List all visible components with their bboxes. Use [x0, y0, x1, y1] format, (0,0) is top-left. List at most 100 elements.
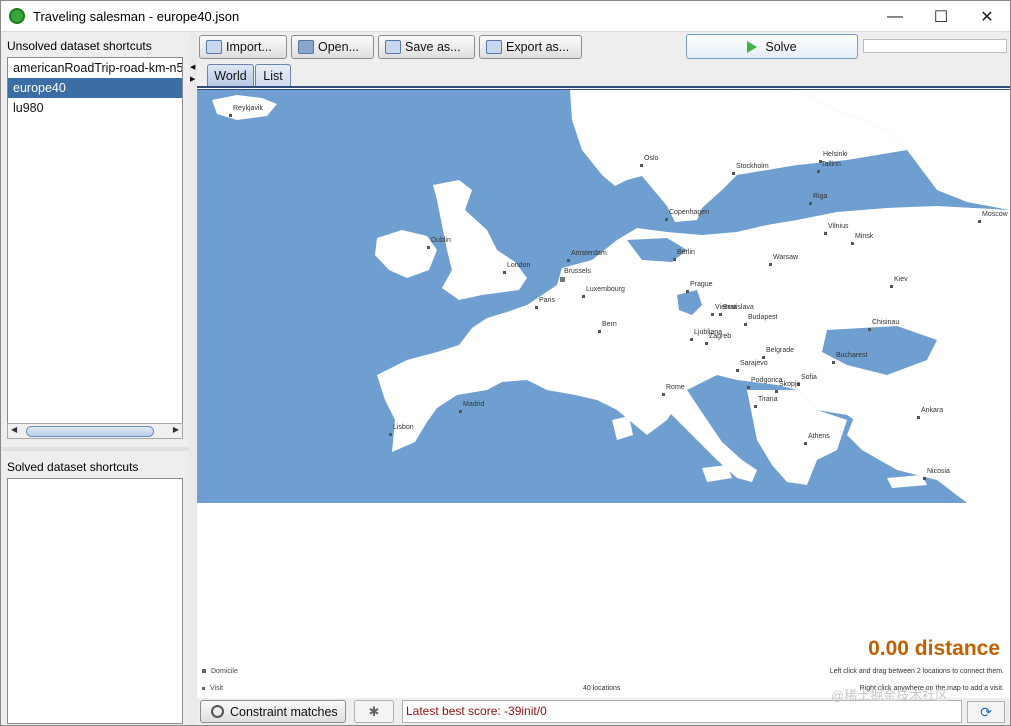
city-marker[interactable]	[427, 246, 430, 249]
city-marker[interactable]	[804, 442, 807, 445]
panel-divider[interactable]	[1, 447, 189, 451]
city-marker[interactable]	[890, 285, 893, 288]
city-marker[interactable]	[736, 369, 739, 372]
close-button[interactable]: ✕	[964, 1, 1010, 32]
unsolved-label: Unsolved dataset shortcuts	[7, 39, 152, 53]
city-label: Reykjavik	[233, 105, 263, 112]
city-marker[interactable]	[673, 258, 676, 261]
city-label: Bern	[602, 321, 617, 328]
city-marker[interactable]	[459, 410, 462, 413]
city-label: Budapest	[748, 314, 778, 321]
city-label: Nicosia	[927, 468, 950, 475]
city-marker[interactable]	[754, 405, 757, 408]
city-marker[interactable]	[824, 232, 827, 235]
world-map[interactable]: Reykjavik Oslo Stockholm Helsinki Tallinn Rig…	[197, 90, 1010, 698]
city-marker[interactable]	[690, 338, 693, 341]
city-label: Paris	[539, 297, 555, 304]
constraint-matches-button[interactable]: Constraint matches	[200, 700, 346, 723]
scrollbar-thumb[interactable]	[26, 426, 154, 437]
europe-map-svg	[197, 90, 1010, 503]
city-marker[interactable]	[769, 263, 772, 266]
city-marker[interactable]	[762, 356, 765, 359]
city-marker[interactable]	[503, 271, 506, 274]
city-marker[interactable]	[686, 290, 689, 293]
solved-list[interactable]	[7, 478, 183, 724]
city-marker[interactable]	[817, 170, 820, 173]
title-bar: Traveling salesman - europe40.json — ☐ ✕	[1, 1, 1010, 32]
city-label: Berlin	[677, 249, 695, 256]
visit-marker-icon	[202, 686, 205, 690]
city-marker[interactable]	[229, 114, 232, 117]
legend-visit-label: Visit	[210, 685, 224, 692]
city-marker[interactable]	[719, 313, 722, 316]
city-label: Zagreb	[709, 333, 732, 340]
list-item-selected[interactable]: europe40	[8, 78, 182, 98]
solved-label: Solved dataset shortcuts	[7, 460, 139, 474]
city-label: Brussels	[564, 268, 591, 275]
city-label: Ankara	[921, 407, 944, 414]
app-window: Traveling salesman - europe40.json — ☐ ✕…	[0, 0, 1011, 726]
city-marker[interactable]	[851, 242, 854, 245]
city-marker[interactable]	[917, 416, 920, 419]
city-marker[interactable]	[775, 390, 778, 393]
play-icon	[747, 40, 758, 53]
refresh-icon[interactable]: ⟳	[967, 701, 1005, 723]
city-marker[interactable]	[809, 202, 812, 205]
expand-right-icon[interactable]: ▶	[190, 75, 195, 83]
city-label: Kiev	[894, 276, 908, 283]
city-marker[interactable]	[582, 295, 585, 298]
hint-connect: Left click and drag between 2 locations …	[829, 668, 1004, 675]
city-label: Rome	[666, 384, 685, 391]
city-marker[interactable]	[747, 386, 750, 389]
open-label: Open...	[318, 40, 359, 54]
list-item[interactable]: lu980	[8, 98, 182, 118]
save-as-button[interactable]: Save as...	[378, 35, 475, 59]
city-label: Bucharest	[836, 352, 868, 359]
unsolved-list[interactable]: americanRoadTrip-road-km-n5 europe40 lu9…	[7, 57, 183, 426]
city-label: Skopje	[779, 381, 801, 388]
city-marker[interactable]	[711, 313, 714, 316]
scroll-left-icon[interactable]: ◀	[11, 425, 17, 434]
tab-list[interactable]: List	[255, 64, 291, 86]
city-marker[interactable]	[705, 342, 708, 345]
location-count: 40 locations	[583, 685, 621, 692]
city-label: Helsinki	[823, 151, 848, 158]
import-icon	[206, 40, 222, 54]
horizontal-scrollbar[interactable]: ◀ ▶	[7, 423, 183, 439]
city-marker[interactable]	[662, 393, 665, 396]
city-marker[interactable]	[868, 328, 871, 331]
city-label: Sofia	[801, 374, 817, 381]
open-button[interactable]: Open...	[291, 35, 374, 59]
collapse-left-icon[interactable]: ◀	[190, 63, 195, 71]
city-marker[interactable]	[567, 259, 570, 262]
watermark: @稀土掘金技术社区	[831, 688, 949, 703]
city-marker[interactable]	[560, 277, 565, 282]
city-label: Tirana	[758, 396, 778, 403]
tab-world[interactable]: World	[207, 64, 254, 86]
city-marker[interactable]	[832, 361, 835, 364]
city-marker[interactable]	[732, 172, 735, 175]
city-marker[interactable]	[978, 220, 981, 223]
city-marker[interactable]	[665, 218, 668, 221]
city-marker[interactable]	[389, 433, 392, 436]
legend-domicile: Domicile	[202, 668, 238, 675]
bug-icon[interactable]: ✱	[354, 700, 394, 723]
city-label: Minsk	[855, 233, 874, 240]
solve-button[interactable]: Solve	[686, 34, 858, 59]
city-marker[interactable]	[923, 477, 926, 480]
split-pane-divider[interactable]: ◀ ▶	[189, 33, 197, 725]
city-marker[interactable]	[535, 306, 538, 309]
city-marker[interactable]	[598, 330, 601, 333]
list-item[interactable]: americanRoadTrip-road-km-n5	[8, 58, 182, 78]
city-label: Amsterdam	[571, 250, 607, 257]
solve-label: Solve	[765, 39, 797, 54]
city-marker[interactable]	[744, 323, 747, 326]
export-as-button[interactable]: Export as...	[479, 35, 582, 59]
city-marker[interactable]	[640, 164, 643, 167]
city-label: Lisbon	[393, 424, 414, 431]
city-label: Vilnius	[828, 223, 849, 230]
minimize-button[interactable]: —	[872, 1, 918, 32]
import-button[interactable]: Import...	[199, 35, 287, 59]
scroll-right-icon[interactable]: ▶	[173, 425, 179, 434]
maximize-button[interactable]: ☐	[918, 1, 964, 32]
